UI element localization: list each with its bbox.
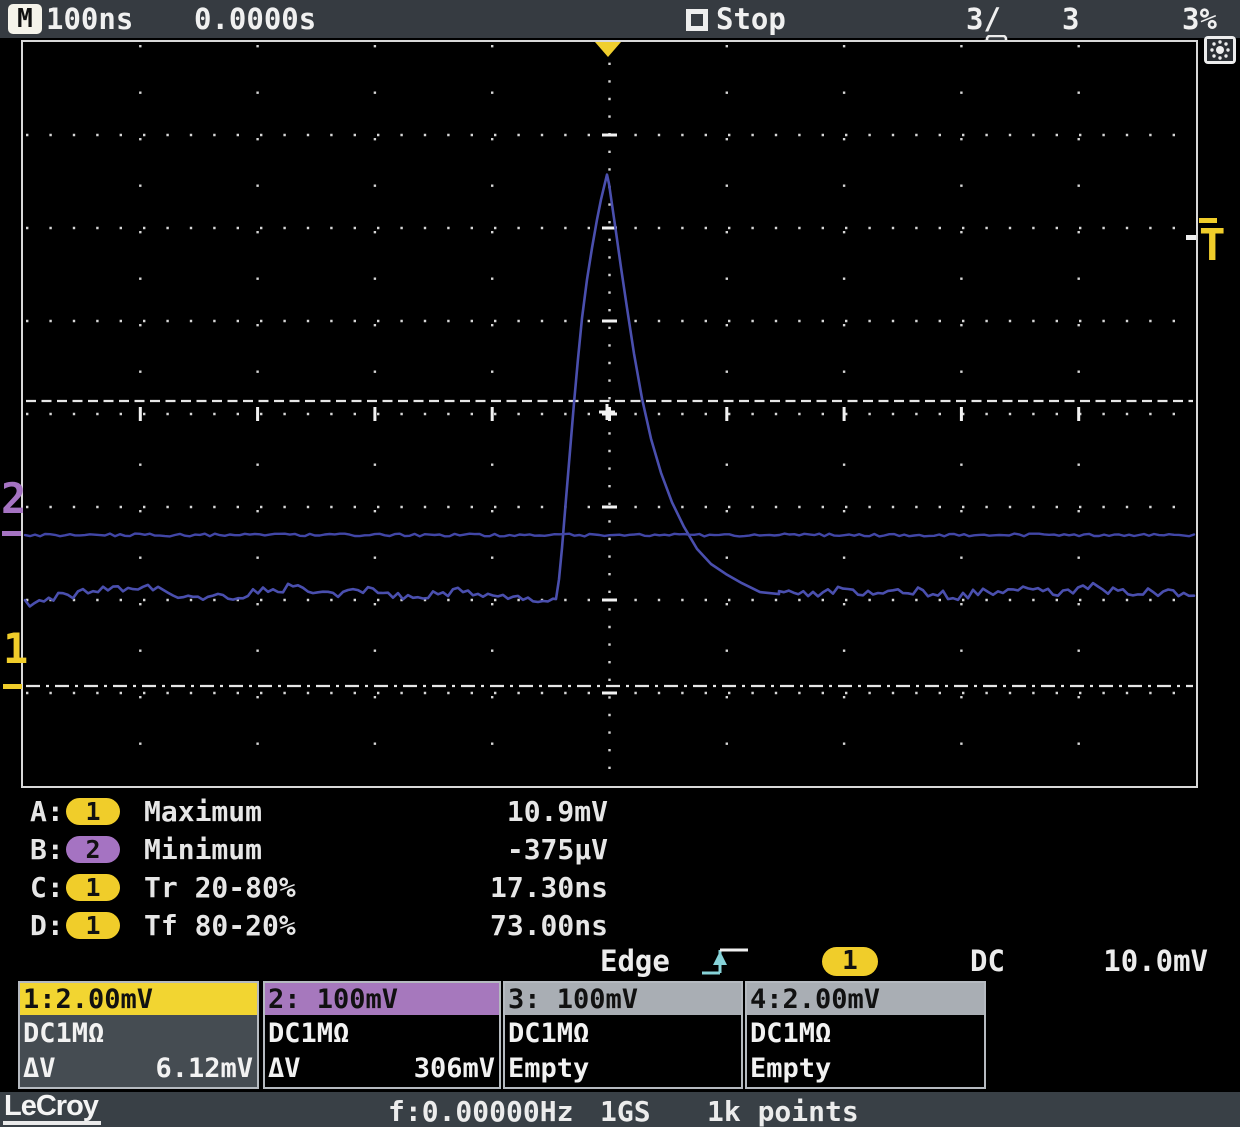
channel2-info: ΔV 306mV [268, 1051, 495, 1086]
source-badge: 1 [66, 798, 120, 825]
waveform-graticule [21, 40, 1198, 788]
channel1-coupling: DC1MΩ [23, 1016, 253, 1051]
channel3-scale: 3: 100mV [505, 983, 741, 1015]
waveform-plot [23, 42, 1196, 786]
trigger-position-marker-icon [595, 42, 621, 57]
measurement-label: Minimum [144, 833, 438, 866]
trigger-level-tick [1186, 235, 1196, 240]
trigger-source-badge: 1 [822, 947, 878, 976]
measurement-slot: C: [30, 871, 66, 904]
stop-square-icon [686, 9, 708, 31]
measurement-label: Tf 80-20% [144, 909, 438, 942]
measurement-slot: D: [30, 909, 66, 942]
trigger-level-marker: T [1199, 224, 1226, 268]
channel1-info-value: 6.12mV [155, 1051, 253, 1086]
trigger-type-label: Edge [600, 944, 670, 978]
source-badge: 1 [66, 912, 120, 939]
oscilloscope-screen: M 100ns 0.0000s Stop 3/ 3 3% [0, 0, 1240, 1127]
source-badge: 2 [66, 836, 120, 863]
record-length: 1k points [707, 1095, 859, 1127]
measurement-label: Tr 20-80% [144, 871, 438, 904]
channel2-info-label: ΔV [268, 1051, 301, 1086]
segment-total: 3 [1062, 3, 1079, 35]
source-badge: 1 [66, 874, 120, 901]
channel3-info-label: Empty [508, 1051, 589, 1086]
measurement-value: 17.30ns [438, 871, 608, 904]
acquisition-status: Stop [716, 3, 786, 35]
channel2-box: 2: 100mV DC1MΩ ΔV 306mV [263, 981, 501, 1089]
measurement-row-b: B: 2 Minimum -375µV [30, 830, 608, 868]
measurement-row-d: D: 1 Tf 80-20% 73.00ns [30, 906, 608, 944]
channel4-coupling: DC1MΩ [750, 1016, 980, 1051]
channel1-scale: 1:2.00mV [20, 983, 257, 1015]
measurement-label: Maximum [144, 795, 438, 828]
channel2-zero-marker: 2 [1, 478, 26, 520]
trigger-level-value: 10.0mV [1058, 944, 1208, 978]
channel1-zero-dash [3, 684, 22, 689]
rising-edge-icon [698, 942, 752, 986]
sample-rate: 1GS [600, 1095, 651, 1127]
channel1-info: ΔV 6.12mV [23, 1051, 253, 1086]
top-status-bar: M 100ns 0.0000s Stop 3/ 3 3% [0, 0, 1240, 38]
channel4-info: Empty [750, 1051, 980, 1086]
channel2-coupling: DC1MΩ [268, 1016, 495, 1051]
measurement-row-c: C: 1 Tr 20-80% 17.30ns [30, 868, 608, 906]
channel3-info: Empty [508, 1051, 737, 1086]
trigger-coupling-label: DC [970, 944, 1005, 978]
channel1-info-label: ΔV [23, 1051, 56, 1086]
channel3-box: 3: 100mV DC1MΩ Empty [503, 981, 743, 1089]
channel2-scale: 2: 100mV [265, 983, 499, 1015]
channel2-info-value: 306mV [414, 1051, 495, 1086]
channel1-zero-marker: 1 [3, 628, 28, 670]
measurement-value: -375µV [438, 833, 608, 866]
frequency-readout: f:0.00000Hz [388, 1095, 573, 1127]
measurement-value: 73.00ns [438, 909, 608, 942]
channel1-box: 1:2.00mV DC1MΩ ΔV 6.12mV [18, 981, 259, 1089]
channel4-scale: 4:2.00mV [747, 983, 984, 1015]
channel4-info-label: Empty [750, 1051, 831, 1086]
lecroy-logo: LeCroy [3, 1092, 101, 1125]
measurement-row-a: A: 1 Maximum 10.9mV [30, 792, 608, 830]
timebase-badge: M [8, 4, 42, 34]
measurement-value: 10.9mV [438, 795, 608, 828]
channel4-box: 4:2.00mV DC1MΩ Empty [745, 981, 986, 1089]
segment-current: 3/ [966, 3, 1001, 35]
percent-value: 3% [1182, 3, 1217, 35]
channel2-zero-dash [2, 531, 21, 536]
measurement-slot: A: [30, 795, 66, 828]
bottom-status-bar: LeCroy f:0.00000Hz 1GS 1k points [0, 1092, 1240, 1127]
trigger-delay-value: 0.0000s [194, 3, 316, 35]
channel3-coupling: DC1MΩ [508, 1016, 737, 1051]
measurement-readouts: A: 1 Maximum 10.9mV B: 2 Minimum -375µV … [30, 792, 608, 944]
timebase-value: 100ns [46, 3, 133, 35]
measurement-slot: B: [30, 833, 66, 866]
